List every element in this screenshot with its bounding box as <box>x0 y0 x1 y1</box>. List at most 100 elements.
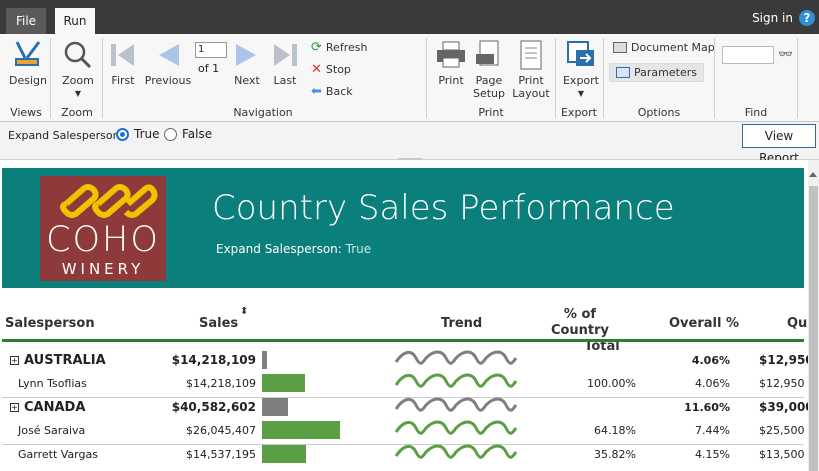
last-page-button[interactable]: Last <box>270 38 300 87</box>
parameters-bar: Expand Salesperson: True False View Repo… <box>0 122 819 165</box>
quota-value: $25,500 <box>759 424 805 437</box>
sales-value: $14,218,109 <box>171 353 256 367</box>
previous-label: Previous <box>144 74 192 87</box>
ribbon-separator <box>714 38 715 118</box>
expand-salesperson-label: Expand Salesperson: <box>8 129 124 142</box>
radio-false[interactable]: False <box>164 127 212 141</box>
quota-value: $13,500 <box>759 448 805 461</box>
radio-true-dot[interactable] <box>116 127 129 141</box>
sales-value: $14,218,109 <box>186 377 256 390</box>
logo-rings-icon <box>60 184 158 218</box>
first-page-button[interactable]: First <box>108 38 138 87</box>
report-title: Country Sales Performance <box>212 188 675 228</box>
parameter-caption-label: Expand Salesperson: <box>216 242 342 256</box>
export-icon <box>567 41 594 66</box>
salesperson-sales-bar <box>262 374 305 392</box>
report-viewport: COHO WINERY Country Sales Performance Ex… <box>0 160 808 471</box>
radio-true[interactable]: True <box>116 127 160 141</box>
country-sales-bar <box>262 351 267 369</box>
tab-run[interactable]: Run <box>55 8 95 34</box>
tab-file[interactable]: File <box>6 8 46 34</box>
scrollbar-thumb[interactable] <box>809 186 818 471</box>
document-map-button[interactable]: Document Map <box>613 41 715 54</box>
print-button[interactable]: Print <box>436 38 466 87</box>
group-print: Print <box>478 106 504 119</box>
previous-page-button[interactable]: Previous <box>144 38 192 87</box>
document-map-icon <box>613 42 627 53</box>
group-find: Find <box>744 106 768 119</box>
top-bar: File Run Sign in ? <box>0 0 819 34</box>
page-number-input[interactable]: 1 <box>195 42 227 58</box>
sort-icon[interactable]: ⬍ <box>240 306 248 317</box>
report-banner: COHO WINERY Country Sales Performance Ex… <box>2 168 804 288</box>
sign-in-link[interactable]: Sign in ? <box>752 10 815 26</box>
logo-subtext: WINERY <box>61 260 145 278</box>
group-options: Options <box>637 106 681 119</box>
quota-value: $12,950 <box>759 353 808 367</box>
header-quota: Qu <box>787 316 808 331</box>
sales-value: $26,045,407 <box>186 424 256 437</box>
group-views: Views <box>10 106 42 119</box>
print-label: Print <box>438 74 464 87</box>
radio-false-label[interactable]: False <box>182 127 212 141</box>
refresh-button[interactable]: ⟳ Refresh <box>311 40 367 55</box>
page-setup-icon <box>476 40 499 66</box>
ribbon-separator <box>102 38 103 118</box>
salesperson-trend-sparkline <box>394 444 518 459</box>
header-salesperson[interactable]: Salesperson <box>5 316 95 331</box>
country-name: CANADA <box>24 400 86 415</box>
header-rule <box>2 339 804 342</box>
pct-country-value: 35.82% <box>594 448 636 461</box>
trend-line <box>394 373 518 388</box>
sales-value: $14,537,195 <box>186 448 256 461</box>
page-setup-button[interactable]: Page Setup <box>472 38 506 100</box>
sales-value: $40,582,602 <box>171 400 256 414</box>
design-label: Design <box>9 74 47 87</box>
print-layout-button[interactable]: Print Layout <box>512 38 550 100</box>
parameter-caption: Expand Salesperson: True <box>216 242 371 256</box>
find-input[interactable] <box>722 46 774 64</box>
expand-toggle-icon[interactable]: + <box>10 403 19 412</box>
header-pct-country-line1: % of Country <box>550 307 610 338</box>
pct-country-value: 100.00% <box>587 377 636 390</box>
scroll-up-arrow[interactable] <box>809 172 817 177</box>
salesperson-name: Garrett Vargas <box>18 448 98 461</box>
parameters-button[interactable]: Parameters <box>609 63 704 82</box>
coho-winery-logo: COHO WINERY <box>40 176 166 281</box>
binoculars-icon[interactable]: 👓 <box>778 47 793 61</box>
view-report-button[interactable]: View Report <box>742 124 816 165</box>
design-button[interactable]: Design <box>9 38 47 87</box>
back-button[interactable]: ⬅ Back <box>311 84 353 99</box>
ribbon-separator <box>50 38 51 118</box>
back-label: Back <box>325 85 353 98</box>
help-icon[interactable]: ? <box>799 10 815 26</box>
page-count-label: of 1 <box>198 62 220 75</box>
trend-line <box>394 444 518 459</box>
back-arrow-icon: ⬅ <box>311 84 322 99</box>
header-sales[interactable]: Sales <box>199 316 238 331</box>
country-trend-sparkline <box>394 397 518 412</box>
group-zoom: Zoom <box>61 106 93 119</box>
sign-in-label[interactable]: Sign in <box>752 11 793 25</box>
overall-pct-value: 4.06% <box>691 354 730 367</box>
trend-line <box>394 350 518 365</box>
group-navigation: Navigation <box>233 106 293 119</box>
last-page-icon <box>274 44 297 66</box>
radio-false-dot[interactable] <box>164 127 177 141</box>
next-label: Next <box>234 74 260 87</box>
export-button[interactable]: Export ▼ <box>562 38 600 100</box>
first-label: First <box>111 74 135 87</box>
stop-button[interactable]: ✕ Stop <box>311 62 351 77</box>
refresh-icon: ⟳ <box>311 40 322 55</box>
radio-true-label[interactable]: True <box>134 127 160 141</box>
next-page-button[interactable]: Next <box>232 38 262 87</box>
page-setup-label-1: Page <box>475 74 503 87</box>
logo-text: COHO <box>46 220 160 260</box>
ribbon-separator <box>555 38 556 118</box>
printer-icon <box>437 41 465 68</box>
trend-line <box>394 420 518 435</box>
zoom-button[interactable]: Zoom ▼ <box>58 38 98 100</box>
zoom-label: Zoom <box>62 74 94 87</box>
chevron-down-icon: ▼ <box>577 89 585 98</box>
expand-toggle-icon[interactable]: + <box>10 356 19 365</box>
